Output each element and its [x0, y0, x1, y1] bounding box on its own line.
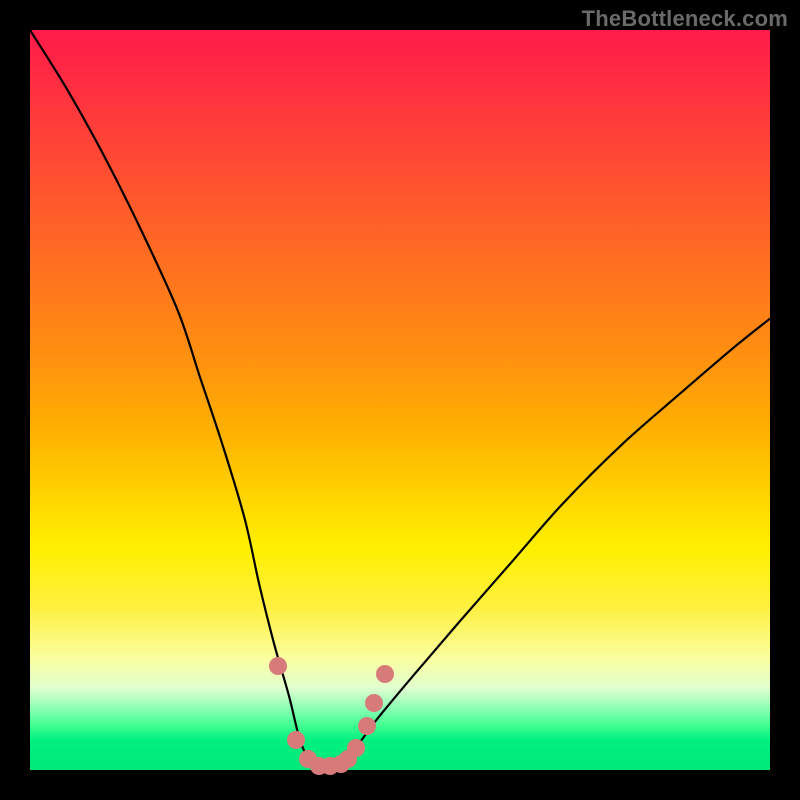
highlight-marker [269, 657, 287, 675]
bottleneck-curve [30, 30, 770, 770]
highlight-marker [358, 717, 376, 735]
chart-stage: TheBottleneck.com [0, 0, 800, 800]
plot-area [30, 30, 770, 770]
highlight-marker [376, 665, 394, 683]
highlight-marker [347, 739, 365, 757]
curve-layer [30, 30, 770, 770]
watermark-text: TheBottleneck.com [582, 6, 788, 32]
highlight-marker [287, 731, 305, 749]
highlight-marker [365, 694, 383, 712]
